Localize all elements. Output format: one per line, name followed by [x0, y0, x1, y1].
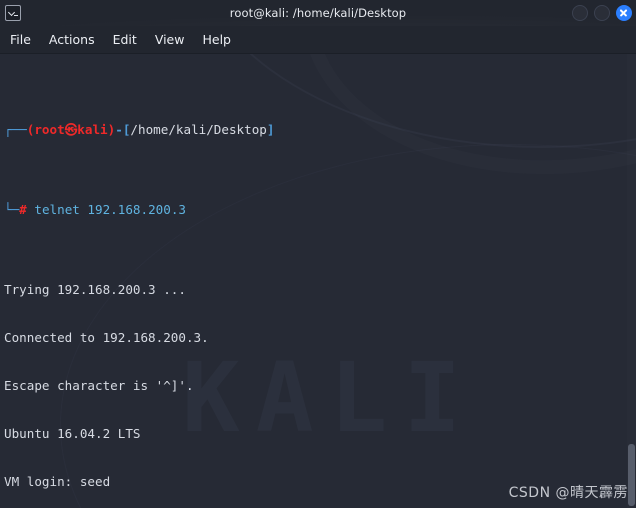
maximize-button[interactable] [594, 5, 610, 21]
prompt-path: /home/kali/Desktop [130, 122, 267, 137]
menu-item-help[interactable]: Help [202, 32, 231, 47]
prompt-hash: # [19, 202, 27, 217]
prompt-at-icon: ㉿ [64, 122, 78, 137]
prompt-line-top: ┌──(root㉿kali)-[/home/kali/Desktop] [4, 122, 636, 138]
prompt-connector-top: ┌── [4, 122, 27, 137]
csdn-watermark: CSDN @晴天霹雳 [508, 485, 628, 501]
terminal-scrollbar[interactable] [627, 54, 636, 508]
scrollbar-thumb[interactable] [628, 444, 635, 506]
terminal-command: telnet 192.168.200.3 [34, 202, 187, 217]
terminal-window: root@kali: /home/kali/Desktop File Actio… [0, 0, 636, 508]
output-line: Ubuntu 16.04.2 LTS [4, 426, 141, 441]
window-titlebar[interactable]: root@kali: /home/kali/Desktop [0, 0, 636, 26]
prompt-dash: - [115, 122, 123, 137]
prompt-bracket-close: ] [266, 122, 275, 137]
menu-item-view[interactable]: View [155, 32, 185, 47]
close-button[interactable] [616, 5, 632, 21]
window-title: root@kali: /home/kali/Desktop [229, 6, 407, 20]
prompt-connector-bottom: └─ [4, 202, 20, 217]
menu-item-file[interactable]: File [10, 32, 31, 47]
prompt-user: root [34, 122, 65, 137]
prompt-line-bottom: └─# telnet 192.168.200.3 [4, 202, 636, 218]
menu-item-actions[interactable]: Actions [49, 32, 95, 47]
output-line: Trying 192.168.200.3 ... [4, 282, 186, 297]
terminal-output: ┌──(root㉿kali)-[/home/kali/Desktop] └─# … [0, 54, 636, 508]
prompt-host: kali [77, 122, 108, 137]
output-line: Escape character is '^]'. [4, 378, 194, 393]
output-line: Connected to 192.168.200.3. [4, 330, 209, 345]
titlebar-sheen [0, 0, 636, 26]
terminal-canvas[interactable]: KALI "the quieter you become, the m ┌──(… [0, 54, 636, 508]
terminal-icon [5, 5, 21, 21]
menu-item-edit[interactable]: Edit [113, 32, 137, 47]
menu-bar: File Actions Edit View Help [0, 26, 636, 54]
window-controls [572, 0, 632, 26]
minimize-button[interactable] [572, 5, 588, 21]
